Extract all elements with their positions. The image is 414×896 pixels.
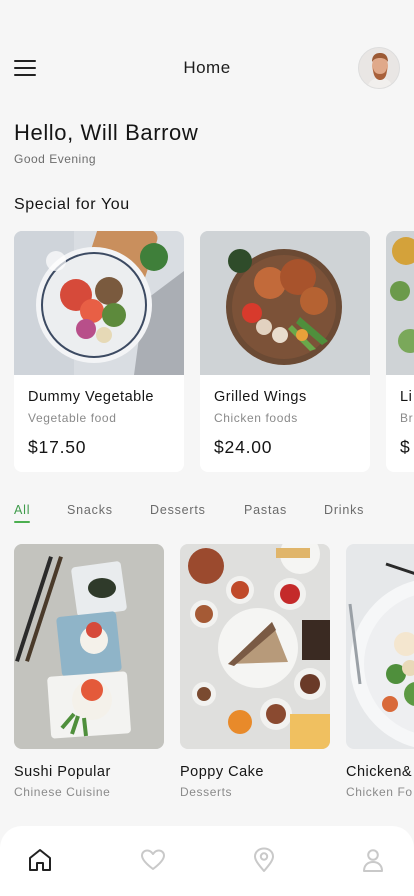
special-price: $24.00 xyxy=(214,437,273,457)
dish-category: Chinese Cuisine xyxy=(14,785,111,799)
special-category: Chicken foods xyxy=(214,411,298,425)
special-card[interactable]: Grilled Wings Chicken foods $24.00 xyxy=(200,231,370,472)
dish-image xyxy=(346,544,414,749)
specials-section-title: Special for You xyxy=(14,196,130,213)
heart-icon[interactable] xyxy=(139,846,167,874)
user-avatar[interactable] xyxy=(358,47,400,89)
dish-name: Sushi Popular xyxy=(14,764,111,780)
page-title: Home xyxy=(183,58,231,77)
special-price: $ xyxy=(400,437,411,457)
dish-name: Chicken& xyxy=(346,764,413,780)
dish-image xyxy=(14,544,164,749)
greeting-subtitle: Good Evening xyxy=(14,152,97,166)
dish-image xyxy=(386,231,414,375)
dish-card[interactable]: Poppy Cake Desserts xyxy=(180,544,330,799)
special-card[interactable]: Li Br $ xyxy=(386,231,414,472)
tab-snacks[interactable]: Snacks xyxy=(67,503,113,517)
tab-all[interactable]: All xyxy=(14,503,31,523)
dish-category: Chicken Fo xyxy=(346,785,413,799)
tab-pastas[interactable]: Pastas xyxy=(244,503,287,517)
dish-image xyxy=(200,231,370,375)
bottom-navigation xyxy=(0,826,414,896)
top-bar: Home xyxy=(0,44,414,92)
dish-image xyxy=(14,231,184,375)
dishes-carousel[interactable]: Sushi Popular Chinese Cuisine Poppy Cake… xyxy=(14,544,414,804)
tab-desserts[interactable]: Desserts xyxy=(150,503,206,517)
special-card[interactable]: Dummy Vegetable Vegetable food $17.50 xyxy=(14,231,184,472)
tab-drinks[interactable]: Drinks xyxy=(324,503,364,517)
location-pin-icon[interactable] xyxy=(250,846,278,874)
profile-icon[interactable] xyxy=(359,846,387,874)
special-category: Br xyxy=(400,411,414,425)
dish-name: Poppy Cake xyxy=(180,764,264,780)
dish-card[interactable]: Sushi Popular Chinese Cuisine xyxy=(14,544,164,799)
special-name: Dummy Vegetable xyxy=(28,389,154,405)
home-icon[interactable] xyxy=(26,846,54,874)
dish-category: Desserts xyxy=(180,785,233,799)
dish-image xyxy=(180,544,330,749)
greeting-title: Hello, Will Barrow xyxy=(14,120,199,145)
special-category: Vegetable food xyxy=(28,411,117,425)
special-price: $17.50 xyxy=(28,437,87,457)
special-name: Grilled Wings xyxy=(214,389,307,405)
dish-card[interactable]: Chicken& Chicken Fo xyxy=(346,544,414,799)
category-tabs: All Snacks Desserts Pastas Drinks xyxy=(14,503,414,523)
specials-carousel[interactable]: Dummy Vegetable Vegetable food $17.50 Gr… xyxy=(14,231,414,472)
special-name: Li xyxy=(400,389,413,405)
